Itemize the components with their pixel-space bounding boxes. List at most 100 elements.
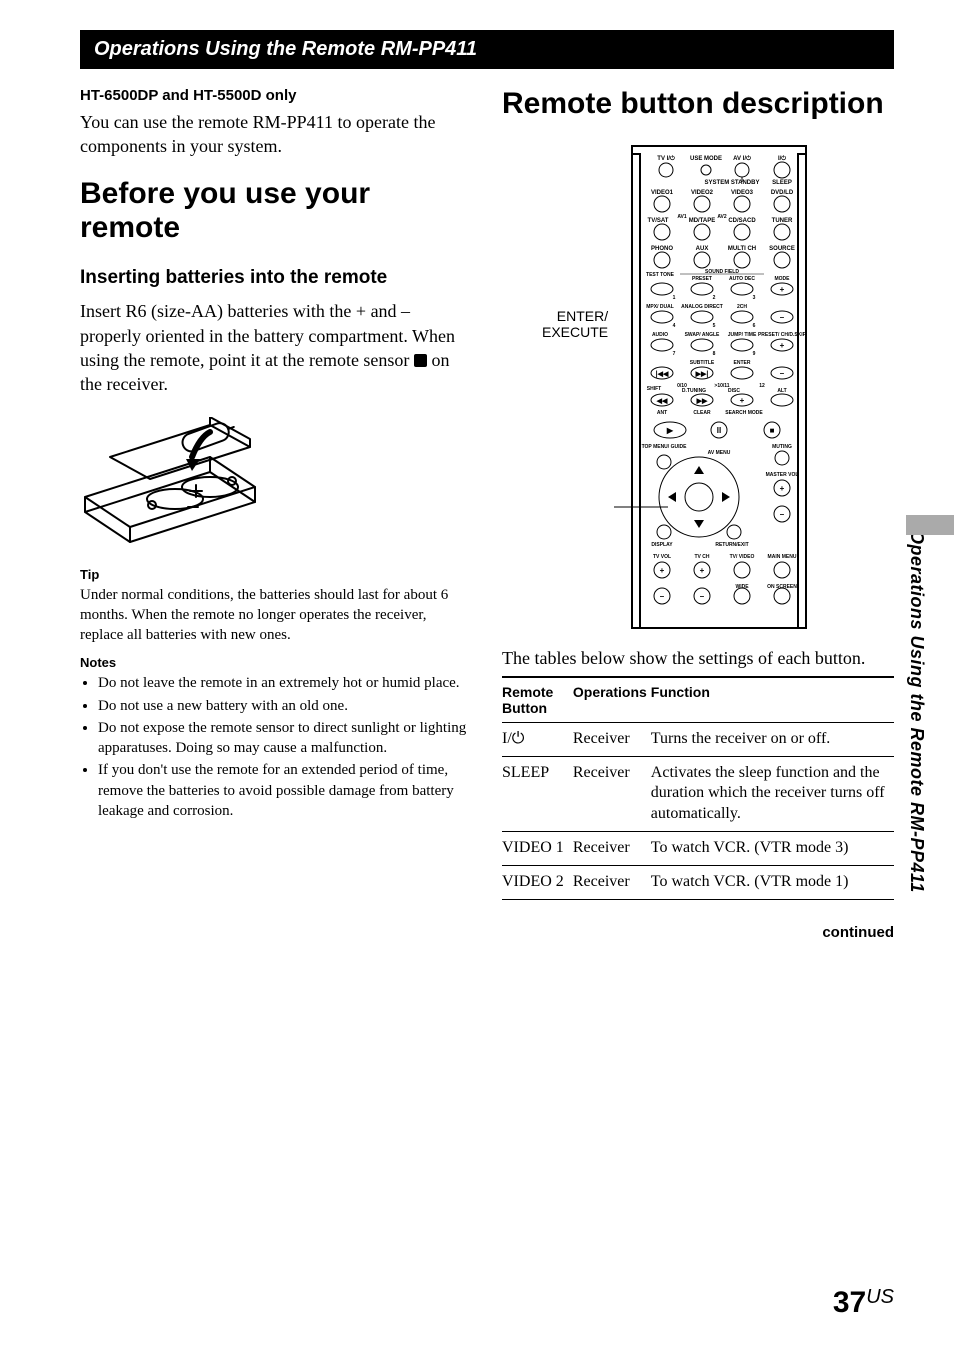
svg-text:▶: ▶ [666, 426, 674, 435]
page-number-suffix: US [866, 1286, 894, 1308]
svg-text:TOP MENU/ GUIDE: TOP MENU/ GUIDE [642, 444, 687, 450]
svg-text:TV CH: TV CH [695, 554, 710, 560]
svg-text:CLEAR: CLEAR [694, 410, 712, 416]
svg-text:USE MODE: USE MODE [690, 156, 722, 162]
remote-svg: TV I/⏻ USE MODE AV I/⏻ I/⏻ SYSTEM STANDB… [614, 142, 824, 632]
svg-text:+: + [780, 285, 785, 294]
svg-text:VIDEO3: VIDEO3 [731, 190, 754, 196]
svg-text:AV MENU: AV MENU [708, 450, 731, 456]
note-item: Do not leave the remote in an extremely … [98, 673, 472, 693]
svg-text:8: 8 [713, 351, 716, 357]
svg-text:AUX: AUX [696, 246, 709, 252]
svg-text:II: II [717, 426, 721, 435]
svg-text:MULTI CH: MULTI CH [728, 246, 756, 252]
svg-text:ALT: ALT [777, 388, 786, 394]
cell-fn: To watch VCR. (VTR mode 1) [651, 865, 894, 899]
svg-text:DISPLAY: DISPLAY [652, 542, 674, 548]
svg-text:|◀◀: |◀◀ [656, 371, 669, 378]
svg-text:MD/TAPE: MD/TAPE [689, 218, 716, 224]
svg-text:TV VOL: TV VOL [653, 554, 671, 560]
section-header-title: Operations Using the Remote RM-PP411 [94, 38, 477, 60]
cell-button: VIDEO 2 [502, 865, 573, 899]
svg-text:TV/SAT: TV/SAT [648, 218, 669, 224]
svg-text:PHONO: PHONO [651, 246, 673, 252]
svg-text:4: 4 [673, 323, 676, 329]
cell-op: Receiver [573, 865, 651, 899]
notes-label: Notes [80, 655, 472, 670]
page-number-value: 37 [833, 1286, 866, 1319]
svg-text:–: – [780, 510, 785, 519]
cell-op: Receiver [573, 756, 651, 831]
svg-text:▶▶: ▶▶ [696, 398, 708, 405]
svg-text:MODE: MODE [775, 276, 791, 282]
side-tab: Operations Using the Remote RM-PP411 [906, 530, 936, 990]
svg-text:SUBTITLE: SUBTITLE [690, 360, 715, 366]
manual-page: Operations Using the Remote RM-PP411 HT-… [0, 0, 954, 1352]
svg-text:3: 3 [753, 295, 756, 301]
svg-text:+: + [700, 566, 705, 575]
notes-list: Do not leave the remote in an extremely … [80, 673, 472, 821]
tip-label: Tip [80, 567, 472, 582]
note-item: Do not use a new battery with an old one… [98, 696, 472, 716]
cell-fn: Activates the sleep function and the dur… [651, 756, 894, 831]
svg-text:TV I/⏻: TV I/⏻ [657, 155, 675, 162]
svg-text:SEARCH MODE: SEARCH MODE [725, 410, 763, 416]
svg-text:AUDIO: AUDIO [652, 332, 668, 338]
cell-button: SLEEP [502, 756, 573, 831]
section-header-bar: Operations Using the Remote RM-PP411 [80, 30, 894, 69]
remote-diagram: ENTER/ EXECUTE TV I/⏻ USE MODE AV I/⏻ [542, 142, 894, 632]
svg-text:SHIFT: SHIFT [647, 386, 661, 392]
table-row: I/⏻ Receiver Turns the receiver on or of… [502, 722, 894, 756]
right-column: Remote button description ENTER/ EXECUTE… [502, 87, 894, 941]
svg-text:ANT: ANT [657, 410, 667, 416]
svg-text:9: 9 [753, 351, 756, 357]
svg-text:+: + [780, 341, 785, 350]
svg-text:–: – [780, 369, 785, 378]
model-note-body: You can use the remote RM-PP411 to opera… [80, 110, 472, 159]
svg-text:SOUND FIELD: SOUND FIELD [705, 269, 739, 275]
svg-text:SWAP/ ANGLE: SWAP/ ANGLE [685, 332, 720, 338]
svg-text:AV2: AV2 [717, 214, 727, 220]
svg-text:TEST TONE: TEST TONE [646, 272, 675, 278]
svg-text:–: – [780, 313, 785, 322]
svg-text:12: 12 [759, 383, 765, 389]
table-row: SLEEP Receiver Activates the sleep funct… [502, 756, 894, 831]
side-tab-marker [906, 515, 954, 535]
left-column: HT-6500DP and HT-5500D only You can use … [80, 87, 472, 941]
table-row: VIDEO 2 Receiver To watch VCR. (VTR mode… [502, 865, 894, 899]
svg-text:SOURCE: SOURCE [769, 246, 795, 252]
svg-text:6: 6 [753, 323, 756, 329]
content-columns: HT-6500DP and HT-5500D only You can use … [80, 87, 894, 941]
svg-text:RETURN/EXIT: RETURN/EXIT [715, 542, 748, 548]
table-lead-in: The tables below show the settings of ea… [502, 646, 894, 670]
svg-text:MASTER VOL: MASTER VOL [766, 472, 799, 478]
svg-text:SYSTEM STANDBY: SYSTEM STANDBY [705, 180, 760, 186]
heading-before-you-use: Before you use your remote [80, 177, 472, 246]
svg-text:ENTER: ENTER [734, 360, 751, 366]
col-operations: Operations [573, 677, 651, 723]
svg-text:–: – [660, 592, 665, 601]
svg-text:AUTO DEC: AUTO DEC [729, 276, 755, 282]
note-item: Do not expose the remote sensor to direc… [98, 718, 472, 759]
remote-sensor-icon [414, 354, 427, 367]
svg-text:7: 7 [673, 351, 676, 357]
svg-text:VIDEO1: VIDEO1 [651, 190, 674, 196]
svg-text:I/⏻: I/⏻ [778, 155, 786, 162]
svg-text:+: + [660, 566, 665, 575]
diagram-callout-enter-execute: ENTER/ EXECUTE [542, 308, 608, 340]
note-item: If you don't use the remote for an exten… [98, 760, 472, 821]
svg-text:MPX/ DUAL: MPX/ DUAL [646, 304, 674, 310]
svg-text:+: + [780, 484, 785, 493]
cell-op: Receiver [573, 831, 651, 865]
page-number: 37US [833, 1286, 894, 1320]
svg-text:PRESET: PRESET [692, 276, 712, 282]
side-tab-label: Operations Using the Remote RM-PP411 [906, 530, 927, 893]
tip-body: Under normal conditions, the batteries s… [80, 585, 472, 646]
continued-indicator: continued [502, 924, 894, 941]
svg-text:AV I/⏻: AV I/⏻ [733, 155, 751, 162]
button-function-table: Remote Button Operations Function I/⏻ Re… [502, 676, 894, 900]
svg-text:DVD/LD: DVD/LD [771, 190, 794, 196]
svg-text:JUMP/ TIME: JUMP/ TIME [728, 332, 757, 338]
model-note-title: HT-6500DP and HT-5500D only [80, 87, 472, 104]
svg-text:2CH: 2CH [737, 304, 747, 310]
